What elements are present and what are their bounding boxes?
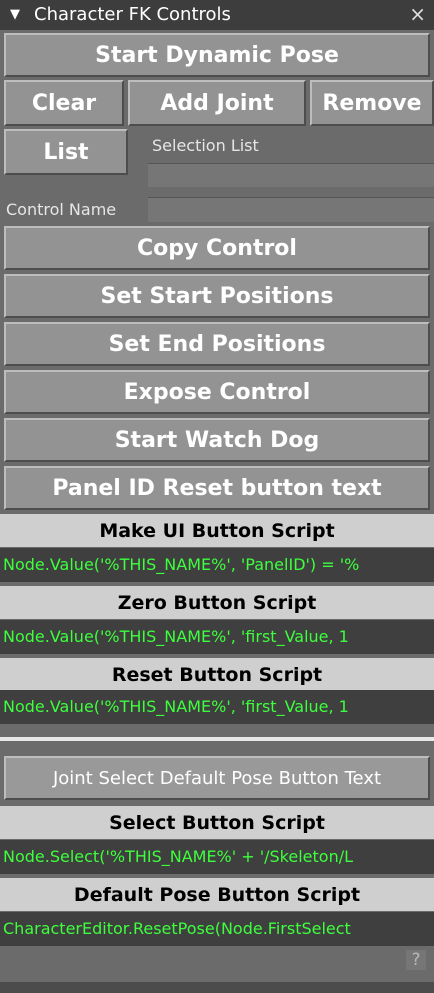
panel-title: Character FK Controls xyxy=(34,4,231,25)
fk-controls-panel: ▼ Character FK Controls × Start Dynamic … xyxy=(0,0,434,993)
selection-list-field[interactable] xyxy=(148,163,434,187)
clear-button[interactable]: Clear xyxy=(4,80,124,126)
control-name-label: Control Name xyxy=(6,200,117,219)
remove-button[interactable]: Remove xyxy=(310,80,434,126)
list-button[interactable]: List xyxy=(4,129,128,175)
section-divider xyxy=(0,737,434,741)
help-icon[interactable]: ? xyxy=(406,950,426,970)
panel-id-reset-button[interactable]: Panel ID Reset button text xyxy=(4,466,430,510)
add-joint-button[interactable]: Add Joint xyxy=(128,80,306,126)
start-dynamic-pose-button[interactable]: Start Dynamic Pose xyxy=(4,33,430,77)
selection-list-label: Selection List xyxy=(152,136,259,155)
copy-control-button[interactable]: Copy Control xyxy=(4,226,430,270)
zero-button-script-field[interactable]: Node.Value('%THIS_NAME%', 'first_Value, … xyxy=(0,620,434,654)
set-end-positions-button[interactable]: Set End Positions xyxy=(4,322,430,366)
default-pose-button-script-field[interactable]: CharacterEditor.ResetPose(Node.FirstSele… xyxy=(0,912,434,946)
make-ui-button-script-field[interactable]: Node.Value('%THIS_NAME%', 'PanelID') = '… xyxy=(0,548,434,582)
collapse-triangle-icon[interactable]: ▼ xyxy=(10,0,20,30)
make-ui-button-script-header: Make UI Button Script xyxy=(0,514,434,547)
control-name-field[interactable] xyxy=(148,197,434,222)
expose-control-button[interactable]: Expose Control xyxy=(4,370,430,414)
bottom-strip xyxy=(0,982,434,993)
select-button-script-header: Select Button Script xyxy=(0,806,434,839)
joint-select-default-pose-button[interactable]: Joint Select Default Pose Button Text xyxy=(4,756,430,800)
zero-button-script-header: Zero Button Script xyxy=(0,586,434,619)
title-bar: ▼ Character FK Controls × xyxy=(0,0,434,30)
reset-button-script-field[interactable]: Node.Value('%THIS_NAME%', 'first_Value, … xyxy=(0,690,434,724)
reset-button-script-header: Reset Button Script xyxy=(0,658,434,691)
default-pose-button-script-header: Default Pose Button Script xyxy=(0,878,434,911)
set-start-positions-button[interactable]: Set Start Positions xyxy=(4,274,430,318)
select-button-script-field[interactable]: Node.Select('%THIS_NAME%' + '/Skeleton/L xyxy=(0,840,434,874)
close-icon[interactable]: × xyxy=(409,0,426,29)
start-watch-dog-button[interactable]: Start Watch Dog xyxy=(4,418,430,462)
